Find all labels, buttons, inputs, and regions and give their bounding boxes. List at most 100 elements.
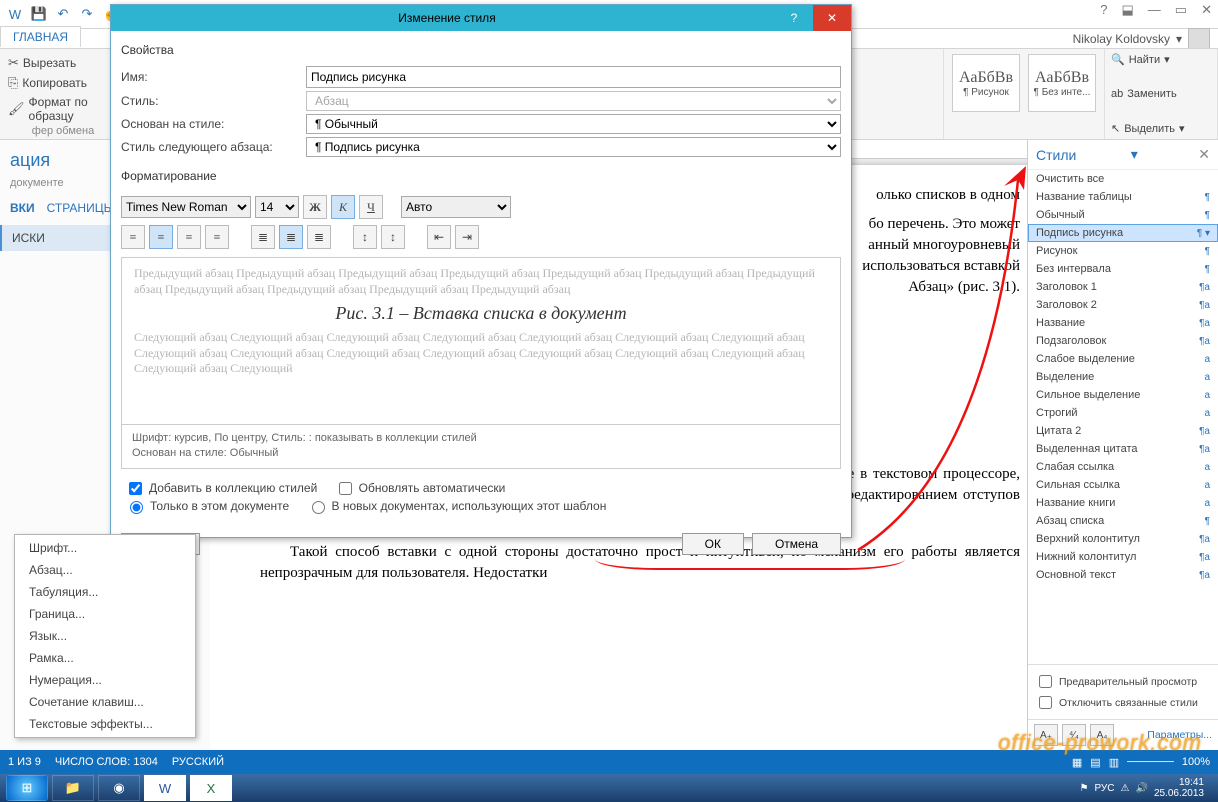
menu-paragraph[interactable]: Абзац... (15, 559, 195, 581)
tray-volume-icon[interactable]: 🔊 (1135, 783, 1147, 794)
taskbar-explorer[interactable]: 📁 (52, 775, 94, 801)
format-painter-button[interactable]: 🖌Формат по образцу (8, 93, 118, 125)
style-item[interactable]: Подпись рисунка¶ ▾ (1028, 224, 1218, 242)
find-button[interactable]: 🔍Найти ▾ (1111, 53, 1211, 66)
align-right-button[interactable]: ≡ (177, 225, 201, 249)
menu-numbering[interactable]: Нумерация... (15, 669, 195, 691)
menu-font[interactable]: Шрифт... (15, 537, 195, 559)
spacing-2-button[interactable]: ≣ (307, 225, 331, 249)
taskbar-chrome[interactable]: ◉ (98, 775, 140, 801)
tab-home[interactable]: ГЛАВНАЯ (0, 26, 81, 47)
italic-button[interactable]: К (331, 195, 355, 219)
menu-language[interactable]: Язык... (15, 625, 195, 647)
size-select[interactable]: 14 (255, 196, 299, 218)
style-item[interactable]: Верхний колонтитул¶a (1028, 530, 1218, 548)
style-item[interactable]: Сильная ссылкаa (1028, 476, 1218, 494)
cancel-button[interactable]: Отмена (752, 533, 841, 555)
save-icon[interactable]: 💾 (30, 5, 48, 23)
redo-icon[interactable]: ↷ (78, 5, 96, 23)
status-words[interactable]: ЧИСЛО СЛОВ: 1304 (55, 756, 158, 768)
style-item[interactable]: Слабая ссылкаa (1028, 458, 1218, 476)
style-item[interactable]: Цитата 2¶a (1028, 422, 1218, 440)
nav-tab-pages[interactable]: СТРАНИЦЫ (47, 201, 115, 215)
copy-button[interactable]: ⎘Копировать (8, 73, 118, 93)
style-box-1[interactable]: АаБбВв¶ Рисунок (952, 54, 1020, 112)
align-center-button[interactable]: ≡ (149, 225, 173, 249)
view-web-icon[interactable]: ▥ (1109, 756, 1119, 769)
nav-tab-headings[interactable]: ВКИ (10, 201, 35, 215)
help-icon[interactable]: ? (775, 5, 813, 31)
user-info[interactable]: Nikolay Koldovsky ▾ (1073, 28, 1210, 50)
template-radio[interactable]: В новых документах, использующих этот ша… (307, 498, 607, 514)
cut-button[interactable]: ✂Вырезать (8, 53, 118, 73)
style-item[interactable]: Сильное выделениеa (1028, 386, 1218, 404)
menu-text-effects[interactable]: Текстовые эффекты... (15, 713, 195, 735)
space-before-button[interactable]: ↕ (353, 225, 377, 249)
help-icon[interactable]: ? (1100, 2, 1107, 18)
tray-flag-icon[interactable]: ⚑ (1080, 783, 1089, 794)
style-item[interactable]: Обычный¶ (1028, 206, 1218, 224)
space-after-button[interactable]: ↕ (381, 225, 405, 249)
chevron-down-icon[interactable]: ▾ (1131, 146, 1138, 163)
zoom-level[interactable]: 100% (1182, 756, 1210, 768)
ok-button[interactable]: ОК (682, 533, 744, 555)
style-item[interactable]: Рисунок¶ (1028, 242, 1218, 260)
style-item[interactable]: Заголовок 1¶a (1028, 278, 1218, 296)
style-item[interactable]: Подзаголовок¶a (1028, 332, 1218, 350)
view-read-icon[interactable]: ▦ (1072, 756, 1082, 769)
disable-linked-checkbox[interactable]: Отключить связанные стили (1035, 693, 1211, 712)
start-button[interactable]: ⊞ (6, 775, 48, 801)
based-on-select[interactable]: ¶ Обычный (306, 114, 841, 134)
style-item[interactable]: Основной текст¶a (1028, 566, 1218, 584)
bold-button[interactable]: Ж (303, 195, 327, 219)
undo-icon[interactable]: ↶ (54, 5, 72, 23)
status-language[interactable]: РУССКИЙ (172, 756, 224, 768)
replace-button[interactable]: abЗаменить (1111, 88, 1211, 100)
tray-clock[interactable]: 19:4125.06.2013 (1154, 777, 1204, 799)
only-this-doc-radio[interactable]: Только в этом документе (125, 498, 289, 514)
align-justify-button[interactable]: ≡ (205, 225, 229, 249)
menu-tabs[interactable]: Табуляция... (15, 581, 195, 603)
style-box-2[interactable]: АаБбВв¶ Без инте... (1028, 54, 1096, 112)
status-page[interactable]: 1 ИЗ 9 (8, 756, 41, 768)
close-icon[interactable]: ✕ (1198, 146, 1210, 163)
preview-checkbox[interactable]: Предварительный просмотр (1035, 672, 1211, 691)
spacing-15-button[interactable]: ≣ (279, 225, 303, 249)
spacing-1-button[interactable]: ≣ (251, 225, 275, 249)
view-print-icon[interactable]: ▤ (1090, 756, 1100, 769)
next-style-select[interactable]: ¶ Подпись рисунка (306, 137, 841, 157)
style-item[interactable]: Выделениеa (1028, 368, 1218, 386)
maximize-icon[interactable]: ▭ (1175, 2, 1187, 18)
style-item[interactable]: Очистить все (1028, 170, 1218, 188)
auto-update-checkbox[interactable]: Обновлять автоматически (335, 479, 506, 498)
style-item[interactable]: Название книгиa (1028, 494, 1218, 512)
style-item[interactable]: Без интервала¶ (1028, 260, 1218, 278)
align-left-button[interactable]: ≡ (121, 225, 145, 249)
indent-dec-button[interactable]: ⇤ (427, 225, 451, 249)
underline-button[interactable]: Ч (359, 195, 383, 219)
style-item[interactable]: Слабое выделениеa (1028, 350, 1218, 368)
add-to-gallery-checkbox[interactable]: Добавить в коллекцию стилей (125, 479, 317, 498)
style-item[interactable]: Нижний колонтитул¶a (1028, 548, 1218, 566)
taskbar-excel[interactable]: X (190, 775, 232, 801)
menu-border[interactable]: Граница... (15, 603, 195, 625)
taskbar-word[interactable]: W (144, 775, 186, 801)
style-item[interactable]: Заголовок 2¶a (1028, 296, 1218, 314)
menu-frame[interactable]: Рамка... (15, 647, 195, 669)
tray-language[interactable]: РУС (1094, 783, 1114, 794)
style-item[interactable]: Название таблицы¶ (1028, 188, 1218, 206)
close-icon[interactable]: ✕ (813, 5, 851, 31)
color-select[interactable]: Авто (401, 196, 511, 218)
font-select[interactable]: Times New Roman (121, 196, 251, 218)
indent-inc-button[interactable]: ⇥ (455, 225, 479, 249)
style-item[interactable]: Абзац списка¶ (1028, 512, 1218, 530)
style-item[interactable]: Выделенная цитата¶a (1028, 440, 1218, 458)
minimize-icon[interactable]: — (1148, 2, 1161, 18)
ribbon-toggle-icon[interactable]: ⬓ (1122, 2, 1134, 18)
name-input[interactable] (306, 66, 841, 88)
close-icon[interactable]: ✕ (1201, 2, 1212, 18)
select-button[interactable]: ↖Выделить ▾ (1111, 122, 1211, 135)
tray-network-icon[interactable]: ⚠ (1121, 783, 1130, 794)
style-item[interactable]: Строгийa (1028, 404, 1218, 422)
menu-shortcut[interactable]: Сочетание клавиш... (15, 691, 195, 713)
